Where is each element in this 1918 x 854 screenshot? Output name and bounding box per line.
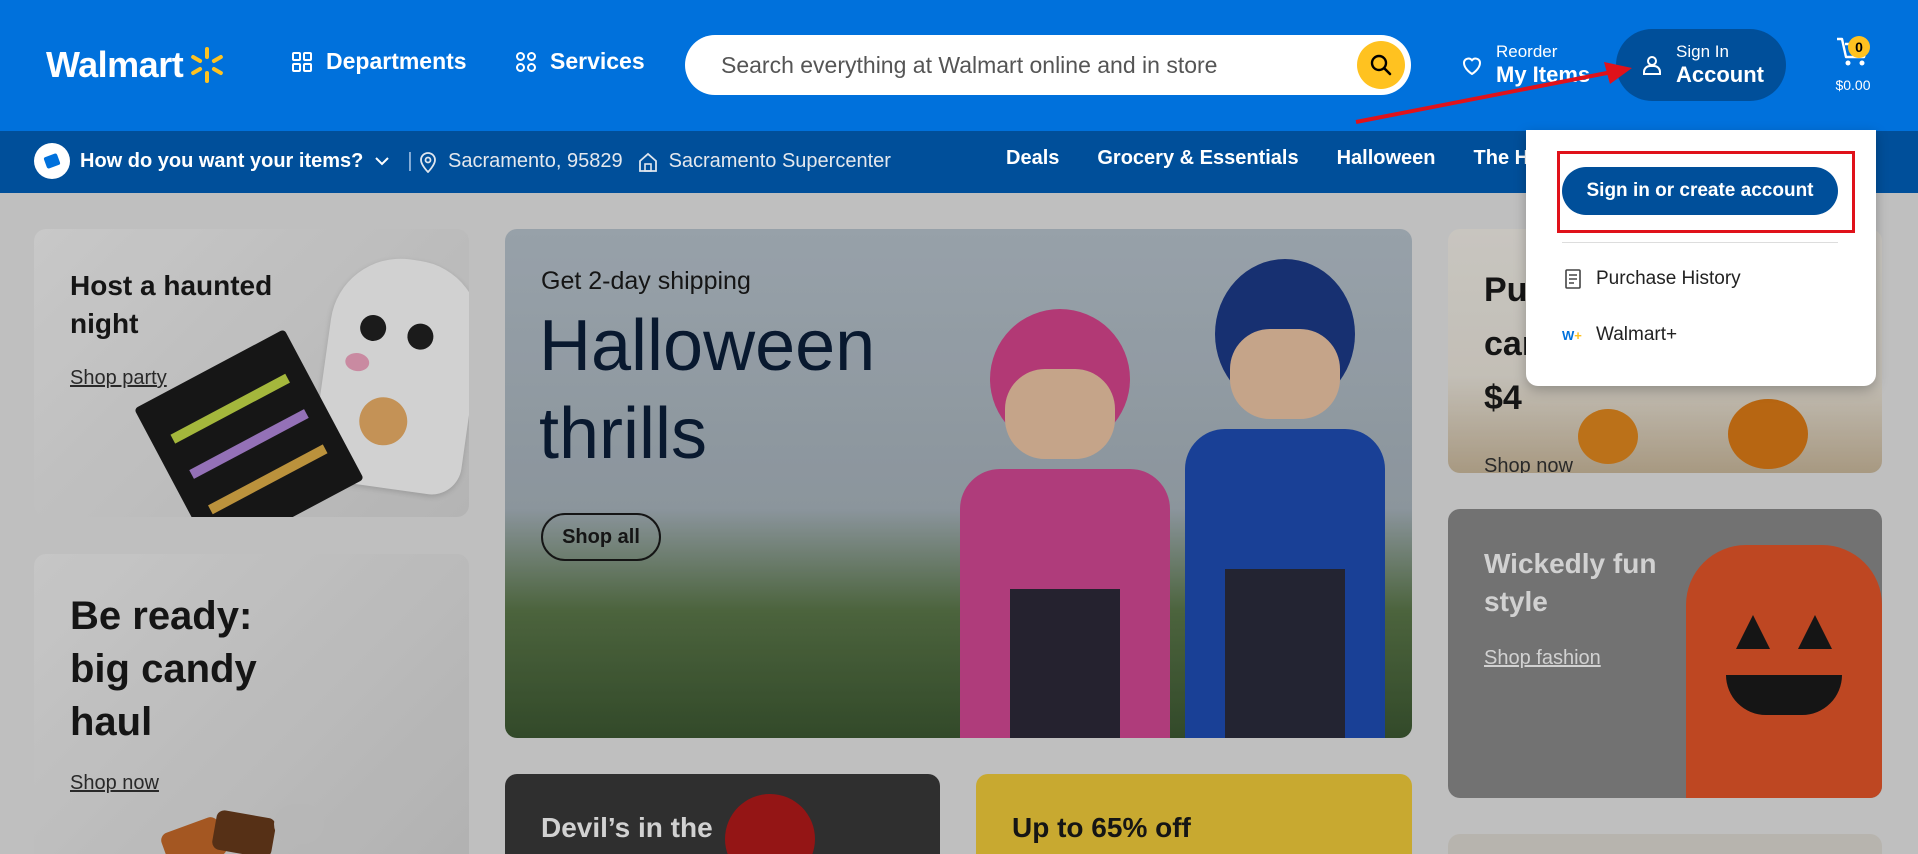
cart-total: $0.00 bbox=[1835, 77, 1871, 93]
purchase-history-label: Purchase History bbox=[1596, 268, 1741, 289]
departments-label: Departments bbox=[326, 48, 467, 74]
candy-haul-title: Be ready: big candy haul bbox=[70, 594, 257, 744]
cart-button[interactable]: 0 $0.00 bbox=[1818, 36, 1888, 93]
services-button[interactable]: Services bbox=[514, 48, 645, 75]
haunted-night-card[interactable]: Host a haunted night Shop party bbox=[34, 229, 469, 517]
services-label: Services bbox=[550, 48, 645, 74]
shop-party-link[interactable]: Shop party bbox=[70, 367, 167, 390]
shop-all-button[interactable]: Shop all bbox=[541, 513, 661, 561]
nav-grocery-essentials[interactable]: Grocery & Essentials bbox=[1097, 147, 1298, 170]
walmart-plus-item[interactable]: W+ Walmart+ bbox=[1562, 324, 1677, 346]
shop-fashion-link[interactable]: Shop fashion bbox=[1484, 647, 1601, 670]
separator: | bbox=[407, 149, 413, 172]
fulfillment-icon bbox=[34, 143, 70, 179]
fulfillment-selector[interactable]: How do you want your items? | bbox=[34, 143, 413, 179]
pumpkin-price: $4 bbox=[1484, 379, 1522, 417]
hero-kicker: Get 2-day shipping bbox=[541, 267, 751, 295]
receipt-icon bbox=[1565, 269, 1581, 289]
devil-horns-image bbox=[725, 794, 815, 854]
shop-now-link[interactable]: Shop now bbox=[70, 772, 159, 795]
annotation-arrow bbox=[1355, 62, 1632, 124]
pumpkins-image bbox=[1578, 389, 1878, 473]
kid-blue-costume-image bbox=[1165, 239, 1395, 738]
search-input[interactable] bbox=[685, 51, 1325, 79]
sign-in-label: Sign In bbox=[1676, 42, 1729, 61]
spark-icon bbox=[191, 47, 224, 83]
nav-halloween[interactable]: Halloween bbox=[1337, 147, 1436, 170]
cart-count-badge: 0 bbox=[1848, 36, 1870, 58]
bottom-right-card[interactable] bbox=[1448, 834, 1882, 854]
pumpkin-sweater-image bbox=[1686, 545, 1882, 798]
chevron-down-icon bbox=[375, 157, 390, 166]
kid-pink-costume-image bbox=[950, 289, 1190, 738]
candy-image bbox=[158, 804, 334, 854]
person-icon bbox=[1643, 56, 1661, 75]
location-selector[interactable]: Sacramento, 95829 Sacramento Supercenter bbox=[418, 150, 891, 173]
services-icon bbox=[516, 51, 536, 72]
logo-text: Walmart bbox=[46, 44, 184, 85]
sale-card[interactable]: Up to 65% off bbox=[976, 774, 1412, 854]
walmart-logo[interactable]: Walmart bbox=[46, 44, 227, 86]
store-icon bbox=[638, 152, 657, 172]
pumpkin-shop-now-link[interactable]: Shop now bbox=[1484, 455, 1573, 473]
grid-icon bbox=[292, 51, 312, 72]
pumpkin-title-line1: Pu bbox=[1484, 271, 1528, 309]
sale-card-title: Up to 65% off bbox=[1012, 812, 1191, 843]
location-pin-icon bbox=[420, 151, 436, 173]
location-label: Sacramento, 95829 bbox=[448, 150, 623, 172]
fashion-card-title: Wickedly fun style bbox=[1484, 548, 1657, 617]
reorder-label: Reorder bbox=[1496, 42, 1558, 61]
hero-headline-line1: Halloween bbox=[539, 306, 876, 386]
dropdown-divider bbox=[1562, 242, 1838, 243]
search-bar bbox=[685, 35, 1411, 95]
devil-card-title: Devil’s in the bbox=[541, 812, 713, 843]
hero-banner[interactable]: Get 2-day shipping Halloween thrills Sho… bbox=[505, 229, 1412, 738]
devil-card[interactable]: Devil’s in the bbox=[505, 774, 940, 854]
hero-headline-line2: thrills bbox=[539, 394, 708, 474]
account-button[interactable]: Sign In Account bbox=[1616, 29, 1786, 101]
purchase-history-item[interactable]: Purchase History bbox=[1562, 268, 1741, 290]
departments-button[interactable]: Departments bbox=[290, 48, 467, 75]
nav-deals[interactable]: Deals bbox=[1006, 147, 1059, 170]
walmart-plus-icon: W+ bbox=[1562, 327, 1582, 343]
store-label: Sacramento Supercenter bbox=[668, 150, 891, 172]
highlight-box bbox=[1557, 151, 1855, 233]
walmart-plus-label: Walmart+ bbox=[1596, 324, 1678, 345]
fashion-card[interactable]: Wickedly fun style Shop fashion bbox=[1448, 509, 1882, 798]
candy-haul-card[interactable]: Be ready: big candy haul Shop now bbox=[34, 554, 469, 854]
category-nav: Deals Grocery & Essentials Halloween The… bbox=[1006, 147, 1552, 170]
haunted-night-title: Host a haunted night bbox=[70, 270, 273, 339]
fulfillment-label: How do you want your items? bbox=[80, 149, 364, 172]
account-label: Account bbox=[1676, 62, 1764, 87]
